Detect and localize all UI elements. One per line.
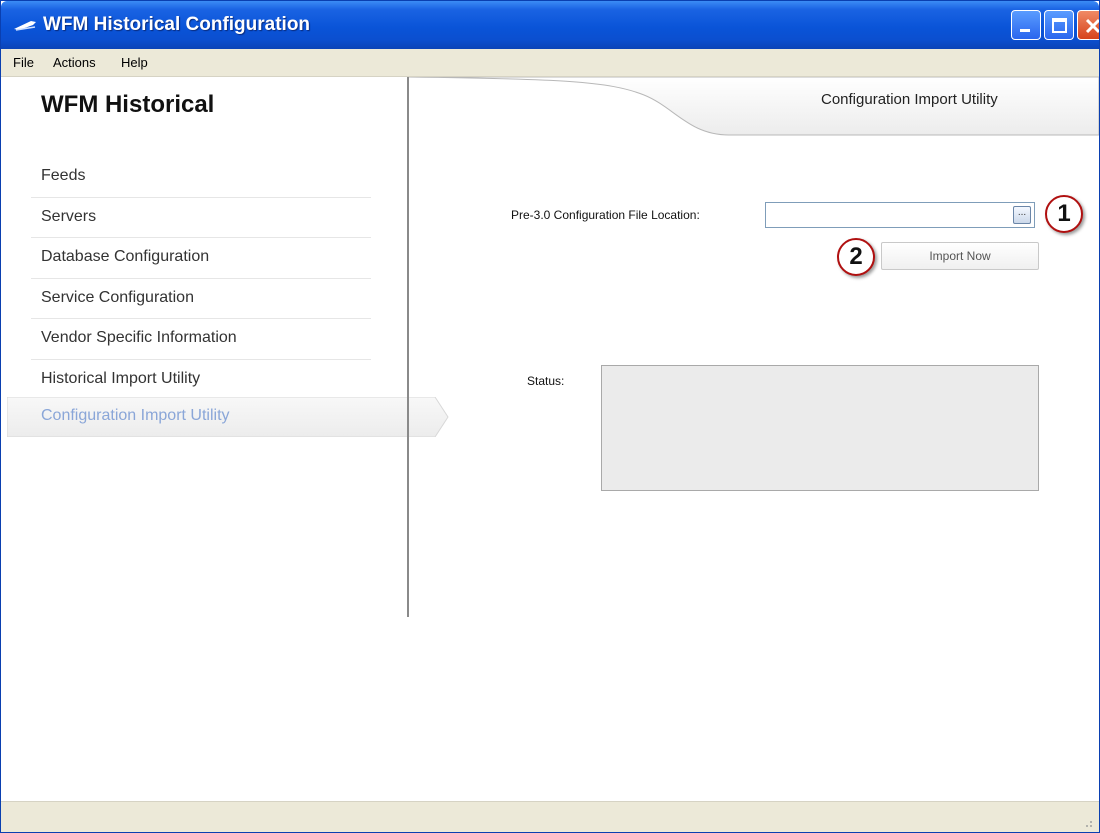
menu-help[interactable]: Help [121, 55, 148, 70]
title-bar[interactable]: WFM Historical Configuration [1, 1, 1099, 49]
sidebar-item-label: Configuration Import Utility [41, 407, 230, 424]
sidebar-nav: Feeds Servers Database Configuration Ser… [31, 157, 371, 400]
maximize-icon [1052, 18, 1067, 33]
sidebar: WFM Historical Feeds Servers Database Co… [1, 77, 449, 617]
close-button[interactable] [1077, 10, 1099, 40]
application-window: WFM Historical Configuration File Action… [0, 0, 1100, 833]
file-location-input[interactable] [765, 202, 1035, 228]
sidebar-item-label: Historical Import Utility [41, 369, 201, 387]
status-output [601, 365, 1039, 491]
sidebar-item-vendor-specific-information[interactable]: Vendor Specific Information [31, 319, 371, 360]
minimize-icon [1020, 29, 1030, 32]
maximize-button[interactable] [1044, 10, 1074, 40]
menu-actions[interactable]: Actions [53, 55, 96, 70]
panel-divider [407, 77, 409, 617]
sidebar-item-label: Feeds [41, 167, 86, 184]
callout-marker: 2 [837, 238, 875, 276]
app-icon [14, 21, 36, 31]
sidebar-item-configuration-import-utility[interactable]: Configuration Import Utility [7, 397, 449, 437]
import-now-button[interactable]: Import Now [881, 242, 1039, 270]
menu-file[interactable]: File [13, 55, 34, 70]
sidebar-item-feeds[interactable]: Feeds [31, 157, 371, 198]
callout-marker: 1 [1045, 195, 1083, 233]
resize-grip-icon[interactable] [1081, 816, 1093, 828]
file-location-label: Pre-3.0 Configuration File Location: [511, 208, 700, 222]
sidebar-item-label: Servers [41, 207, 97, 225]
sidebar-item-label: Database Configuration [41, 248, 210, 265]
window-title: WFM Historical Configuration [43, 14, 311, 35]
sidebar-item-historical-import-utility[interactable]: Historical Import Utility [31, 360, 371, 401]
close-icon [1085, 18, 1099, 34]
status-bar [1, 801, 1099, 832]
sidebar-item-service-configuration[interactable]: Service Configuration [31, 279, 371, 319]
header-wave [409, 77, 1099, 136]
sidebar-item-database-configuration[interactable]: Database Configuration [31, 238, 371, 279]
sidebar-item-servers[interactable]: Servers [31, 198, 371, 238]
sidebar-heading: WFM Historical [41, 91, 215, 118]
status-label: Status: [527, 374, 565, 388]
minimize-button[interactable] [1011, 10, 1041, 40]
browse-button[interactable]: ... [1013, 206, 1031, 224]
sidebar-item-label: Service Configuration [41, 288, 194, 306]
menu-bar: File Actions Help [1, 49, 1099, 77]
sidebar-item-label: Vendor Specific Information [41, 329, 237, 346]
page-title: Configuration Import Utility [821, 91, 998, 108]
